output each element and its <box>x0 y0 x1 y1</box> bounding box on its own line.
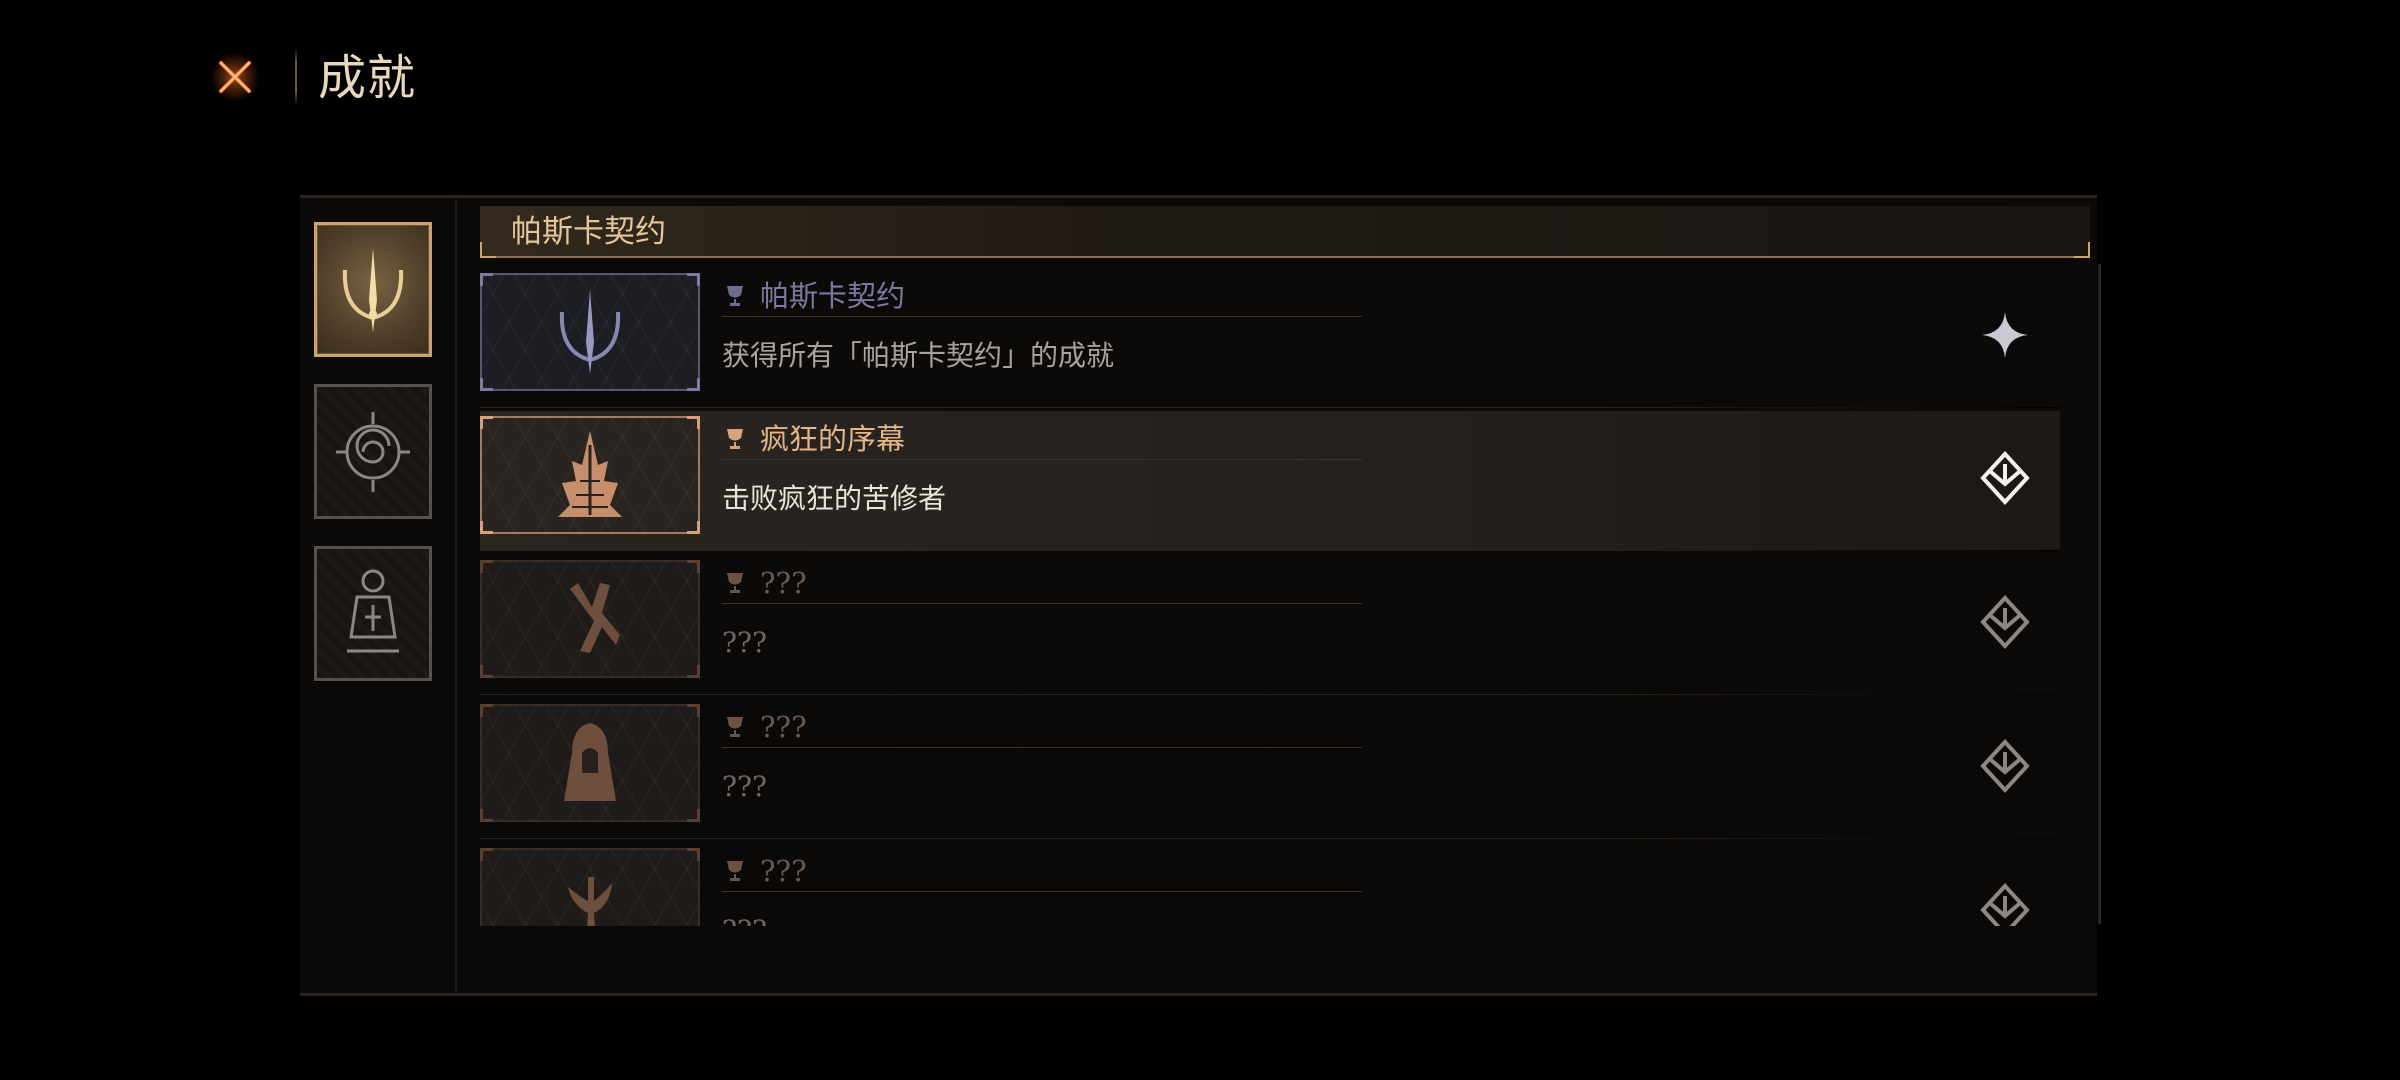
header-divider <box>295 48 297 106</box>
category-tab-rail <box>300 198 457 993</box>
achievement-icon-frame <box>480 273 700 391</box>
trophy-icon <box>722 714 748 740</box>
locked-emblem-icon <box>1980 595 2030 649</box>
unlocked-emblem-icon <box>1980 451 2030 505</box>
close-x-icon <box>210 52 260 102</box>
pascal-contract-emblem-icon <box>342 247 404 332</box>
achievement-title: 帕斯卡契约 <box>760 279 906 313</box>
section-header: 帕斯卡契约 <box>480 206 2090 258</box>
twisted-tree-icon <box>568 877 612 926</box>
locked-emblem-icon <box>1980 883 2030 926</box>
achievement-title-line: 帕斯卡契约 <box>722 276 1362 317</box>
achievement-row[interactable]: ??? ??? <box>480 555 2060 695</box>
achievement-row[interactable]: ??? ??? <box>480 843 2060 926</box>
achievement-description: ??? <box>722 626 768 659</box>
achievement-title: ??? <box>760 854 807 888</box>
achievement-row[interactable]: ??? ??? <box>480 699 2060 839</box>
achievement-title-line: 疯狂的序幕 <box>722 419 1362 460</box>
list-scrollbar[interactable] <box>2098 264 2101 924</box>
achievement-status <box>1970 731 2040 801</box>
achievement-icon-frame <box>480 416 700 534</box>
pascal-contract-emblem-icon <box>559 290 621 374</box>
achievement-icon-frame <box>480 848 700 926</box>
achievement-title-line: ??? <box>722 851 1362 892</box>
achievement-row[interactable]: 疯狂的序幕 击败疯狂的苦修者 <box>480 411 2060 551</box>
spiked-tower-icon <box>558 431 622 517</box>
achievements-screen: 成就 帕斯卡契约 帕斯卡契约 获得所有「帕斯卡契约」的成就 疯狂的序幕 击败疯狂… <box>0 0 2400 1080</box>
four-point-star-icon <box>1982 312 2028 358</box>
achievement-status <box>1970 587 2040 657</box>
achievement-title: ??? <box>760 566 807 600</box>
page-title: 成就 <box>318 50 417 106</box>
trophy-icon <box>722 570 748 596</box>
tab-lantern[interactable] <box>314 546 432 681</box>
hooded-figure-icon <box>564 723 616 801</box>
achievement-description: ??? <box>722 770 768 803</box>
achievement-list-area: 帕斯卡契约 帕斯卡契约 获得所有「帕斯卡契约」的成就 疯狂的序幕 击败疯狂的苦修… <box>480 198 2101 993</box>
tab-pascal-contract[interactable] <box>314 222 432 357</box>
achievement-status <box>1970 300 2040 370</box>
section-title: 帕斯卡契约 <box>511 214 666 250</box>
crossed-blades-icon <box>570 583 620 653</box>
achievement-description: ??? <box>722 913 767 926</box>
spiral-compass-emblem-icon <box>336 411 410 492</box>
locked-emblem-icon <box>1980 739 2030 793</box>
trophy-icon <box>722 426 748 452</box>
achievement-title-line: ??? <box>722 563 1362 604</box>
achievement-status <box>1970 875 2040 926</box>
achievement-description: 击败疯狂的苦修者 <box>722 482 947 515</box>
close-button[interactable] <box>203 45 267 109</box>
achievement-list[interactable]: 帕斯卡契约 获得所有「帕斯卡契约」的成就 疯狂的序幕 击败疯狂的苦修者 ??? … <box>480 268 2080 926</box>
trophy-icon <box>722 858 748 884</box>
achievement-title: 疯狂的序幕 <box>760 422 906 456</box>
achievement-icon-frame <box>480 560 700 678</box>
lantern-emblem-icon <box>347 569 399 652</box>
achievement-row[interactable]: 帕斯卡契约 获得所有「帕斯卡契约」的成就 <box>480 268 2060 408</box>
achievement-status <box>1970 443 2040 513</box>
achievement-title: ??? <box>760 710 807 744</box>
achievements-panel: 帕斯卡契约 帕斯卡契约 获得所有「帕斯卡契约」的成就 疯狂的序幕 击败疯狂的苦修… <box>300 195 2101 996</box>
achievement-description: 获得所有「帕斯卡契约」的成就 <box>722 339 1115 372</box>
tab-spiral[interactable] <box>314 384 432 519</box>
trophy-icon <box>722 283 748 309</box>
achievement-title-line: ??? <box>722 707 1362 748</box>
achievement-icon-frame <box>480 704 700 822</box>
